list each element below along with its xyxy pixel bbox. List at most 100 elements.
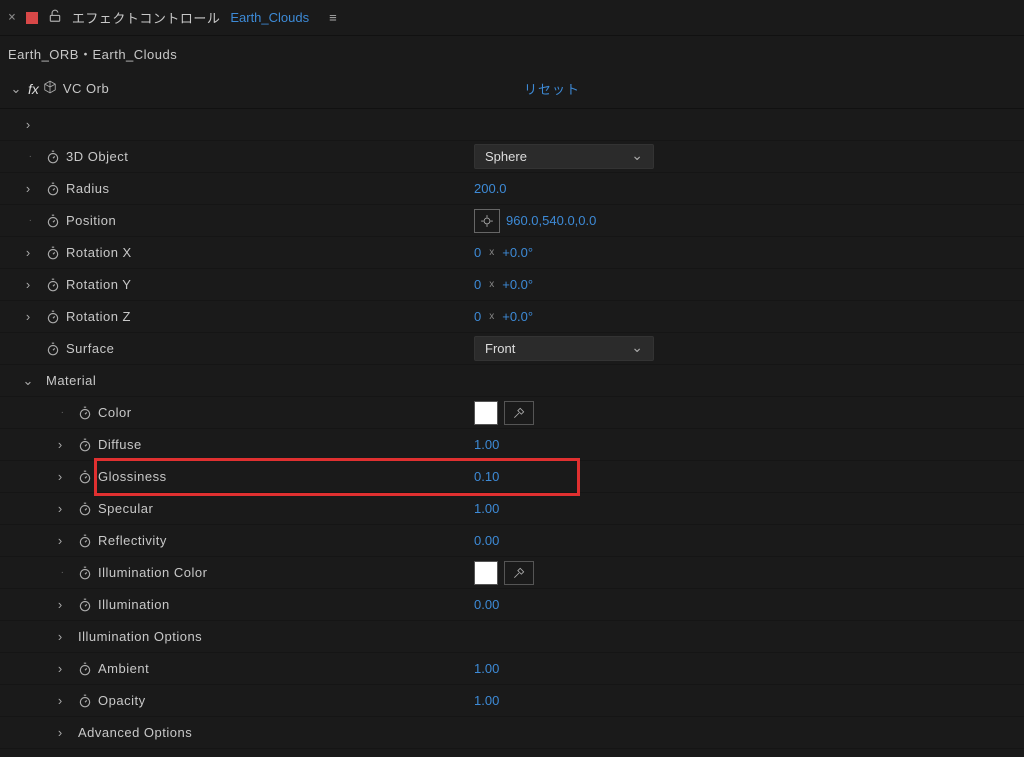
- keyframe-dot[interactable]: ·: [53, 407, 72, 418]
- position-picker-icon[interactable]: [474, 209, 500, 233]
- prop-label: Color: [98, 405, 474, 420]
- chevron-right-icon[interactable]: ›: [48, 533, 72, 548]
- prop-row-color: · Color: [0, 397, 1024, 429]
- stopwatch-icon[interactable]: [40, 278, 66, 292]
- prop-row-surface: Surface Front: [0, 333, 1024, 365]
- prop-row-reflectivity: › Reflectivity 0.00: [0, 525, 1024, 557]
- ambient-value[interactable]: 1.00: [474, 661, 499, 676]
- chevron-down-icon[interactable]: ⌄: [16, 373, 40, 389]
- chevron-right-icon[interactable]: ›: [48, 693, 72, 708]
- close-panel-button[interactable]: ×: [8, 10, 16, 25]
- roty-revs[interactable]: 0: [474, 277, 481, 292]
- keyframe-dot[interactable]: ·: [21, 151, 40, 162]
- prop-label: Rotation Z: [66, 309, 474, 324]
- reset-link[interactable]: リセット: [524, 79, 1020, 98]
- prop-row-rotation-y: › Rotation Y 0x+0.0°: [0, 269, 1024, 301]
- prop-label: Position: [66, 213, 474, 228]
- chevron-right-icon[interactable]: ›: [48, 725, 72, 740]
- prop-row-rotation-x: › Rotation X 0x+0.0°: [0, 237, 1024, 269]
- stopwatch-icon[interactable]: [40, 310, 66, 324]
- lock-open-icon[interactable]: [48, 9, 62, 27]
- stopwatch-icon[interactable]: [40, 182, 66, 196]
- effect-header: ⌄ fx VC Orb リセット: [0, 75, 1024, 109]
- chevron-right-icon[interactable]: ›: [16, 181, 40, 196]
- keyframe-dot[interactable]: ·: [53, 567, 72, 578]
- effect-collapse-chevron[interactable]: ⌄: [4, 81, 28, 97]
- stopwatch-icon[interactable]: [72, 662, 98, 676]
- eyedropper-icon[interactable]: [504, 561, 534, 585]
- panel-header: × エフェクトコントロール Earth_Clouds ≡: [0, 0, 1024, 36]
- keyframe-dot[interactable]: ·: [21, 215, 40, 226]
- stopwatch-icon[interactable]: [72, 502, 98, 516]
- stopwatch-icon[interactable]: [40, 214, 66, 228]
- prop-row-illumination-options[interactable]: › Illumination Options: [0, 621, 1024, 653]
- effect-name: VC Orb: [63, 81, 109, 96]
- reflectivity-value[interactable]: 0.00: [474, 533, 499, 548]
- prop-label: Illumination: [98, 597, 474, 612]
- prop-row-advanced-options[interactable]: › Advanced Options: [0, 717, 1024, 749]
- color-swatch[interactable]: [474, 401, 498, 425]
- prop-row-position: · Position 960.0,540.0,0.0: [0, 205, 1024, 237]
- glossiness-value[interactable]: 0.10: [474, 469, 499, 484]
- rot-sep: x: [487, 247, 496, 258]
- prop-label: Radius: [66, 181, 474, 196]
- rot-sep: x: [487, 279, 496, 290]
- stopwatch-icon[interactable]: [72, 694, 98, 708]
- stopwatch-icon[interactable]: [72, 598, 98, 612]
- radius-value[interactable]: 200.0: [474, 181, 507, 196]
- surface-dropdown[interactable]: Front: [474, 336, 654, 361]
- stopwatch-icon[interactable]: [72, 470, 98, 484]
- blank-row: ›: [0, 109, 1024, 141]
- stopwatch-icon[interactable]: [72, 438, 98, 452]
- chevron-right-icon[interactable]: ›: [48, 661, 72, 676]
- stopwatch-icon[interactable]: [72, 406, 98, 420]
- color-swatch[interactable]: [474, 561, 498, 585]
- active-layer-link[interactable]: Earth_Clouds: [230, 10, 309, 25]
- prop-label: Advanced Options: [72, 725, 192, 740]
- panel-title: エフェクトコントロール: [72, 8, 221, 27]
- prop-label: Surface: [66, 341, 474, 356]
- prop-label: Glossiness: [98, 469, 474, 484]
- roty-deg[interactable]: +0.0°: [502, 277, 533, 292]
- chevron-right-icon[interactable]: ›: [16, 309, 40, 324]
- chevron-right-icon[interactable]: ›: [48, 437, 72, 452]
- chevron-right-icon[interactable]: ›: [48, 469, 72, 484]
- prop-row-ambient: › Ambient 1.00: [0, 653, 1024, 685]
- stopwatch-icon[interactable]: [72, 566, 98, 580]
- breadcrumb: Earth_ORB・Earth_Clouds: [0, 36, 1024, 75]
- chevron-right-icon[interactable]: ›: [48, 597, 72, 612]
- prop-label: Specular: [98, 501, 474, 516]
- position-value[interactable]: 960.0,540.0,0.0: [506, 213, 596, 228]
- fx-icon[interactable]: fx: [28, 81, 39, 97]
- prop-row-opacity: › Opacity 1.00: [0, 685, 1024, 717]
- material-group-row[interactable]: ⌄ Material: [0, 365, 1024, 397]
- prop-row-glossiness: › Glossiness 0.10: [0, 461, 1024, 493]
- rot-sep: x: [487, 311, 496, 322]
- prop-label: Diffuse: [98, 437, 474, 452]
- prop-label: Illumination Color: [98, 565, 474, 580]
- stopwatch-icon[interactable]: [72, 534, 98, 548]
- rotz-revs[interactable]: 0: [474, 309, 481, 324]
- chevron-right-icon[interactable]: ›: [16, 117, 40, 132]
- stopwatch-icon[interactable]: [40, 246, 66, 260]
- opacity-value[interactable]: 1.00: [474, 693, 499, 708]
- cube-icon: [43, 80, 57, 97]
- chevron-right-icon[interactable]: ›: [16, 245, 40, 260]
- diffuse-value[interactable]: 1.00: [474, 437, 499, 452]
- chevron-right-icon[interactable]: ›: [48, 629, 72, 644]
- prop-row-diffuse: › Diffuse 1.00: [0, 429, 1024, 461]
- stopwatch-icon[interactable]: [40, 342, 66, 356]
- prop-label: Opacity: [98, 693, 474, 708]
- panel-menu-icon[interactable]: ≡: [329, 10, 337, 25]
- prop-label: Ambient: [98, 661, 474, 676]
- specular-value[interactable]: 1.00: [474, 501, 499, 516]
- stopwatch-icon[interactable]: [40, 150, 66, 164]
- chevron-right-icon[interactable]: ›: [16, 277, 40, 292]
- rotx-deg[interactable]: +0.0°: [502, 245, 533, 260]
- rotx-revs[interactable]: 0: [474, 245, 481, 260]
- eyedropper-icon[interactable]: [504, 401, 534, 425]
- 3d-object-dropdown[interactable]: Sphere: [474, 144, 654, 169]
- rotz-deg[interactable]: +0.0°: [502, 309, 533, 324]
- illumination-value[interactable]: 0.00: [474, 597, 499, 612]
- chevron-right-icon[interactable]: ›: [48, 501, 72, 516]
